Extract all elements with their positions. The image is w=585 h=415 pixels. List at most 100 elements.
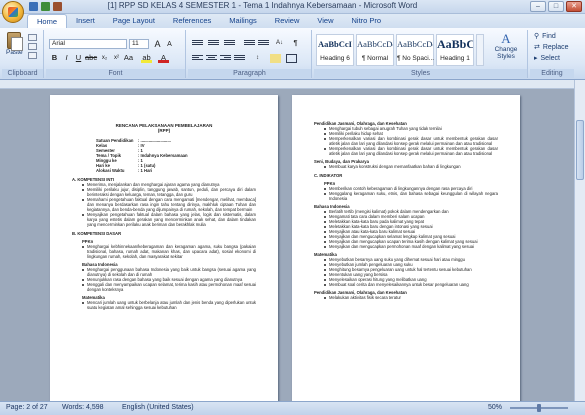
increase-indent-icon[interactable] [258, 39, 269, 48]
strikethrough-icon[interactable]: abc [85, 53, 97, 63]
align-center-icon[interactable] [206, 54, 217, 63]
tab-nitro-pro[interactable]: Nitro Pro [343, 14, 391, 28]
shrink-font-icon[interactable]: A [164, 40, 175, 50]
pjok-list: Menghargai tubuh sebagai anugrah Tuhan y… [314, 126, 498, 156]
window-controls: – □ ✕ [530, 1, 582, 12]
tab-home[interactable]: Home [27, 14, 68, 28]
shading-icon[interactable] [270, 54, 281, 63]
ppkn-list: Memberikan contoh keberagaman di lingkun… [314, 186, 498, 201]
binoculars-icon: ⚲ [534, 33, 540, 40]
highlight-icon[interactable]: ab [141, 53, 152, 63]
tab-mailings[interactable]: Mailings [220, 14, 266, 28]
multilevel-list-icon[interactable] [224, 39, 235, 48]
style-normal[interactable]: AaBbCcDc ¶ Normal [356, 34, 394, 66]
style-sample: AaBbCcDc [397, 39, 433, 49]
styles-group: AaBbCcI Heading 6 AaBbCcDc ¶ Normal AaBb… [314, 30, 528, 78]
align-right-icon[interactable] [220, 54, 231, 63]
list-item: Menggalang keragaman suku, etnis, dan ba… [324, 191, 498, 201]
list-item: Membuat soal cerita dan menyelesaikannya… [324, 282, 498, 287]
paste-icon [7, 32, 24, 51]
find-button[interactable]: ⚲ Find [534, 32, 556, 41]
zoom-slider-knob[interactable] [537, 404, 541, 412]
document-workspace[interactable]: RENCANA PELAKSANAAN PEMBELAJARAN (RPP) S… [0, 89, 574, 401]
list-item: Melakukan aktivitas fisik secara teratur [324, 295, 498, 300]
replace-label: Replace [542, 43, 569, 51]
bold-icon[interactable]: B [49, 53, 60, 63]
horizontal-ruler [0, 80, 585, 89]
window-title: [1] RPP SD KELAS 4 SEMESTER 1 - Tema 1 I… [107, 1, 418, 10]
vertical-scrollbar[interactable] [574, 80, 585, 401]
list-item: Menghargai penggunaan bahasa Indonesia y… [82, 267, 256, 277]
subscript-icon[interactable]: x₂ [99, 53, 110, 63]
list-item: Menghargai kebhinnekaan/keberagaman dan … [82, 244, 256, 259]
document-page-2[interactable]: Pendidikan Jasmani, Olahraga, dan Keseha… [292, 95, 520, 401]
italic-icon[interactable]: I [61, 53, 72, 63]
zoom-level[interactable]: 50% [488, 404, 502, 411]
list-item: Memahami pengetahuan faktual dengan cara… [82, 197, 256, 212]
numbering-icon[interactable] [208, 39, 219, 48]
font-color-icon[interactable]: A [158, 53, 169, 63]
replace-button[interactable]: ⇄ Replace [534, 43, 569, 52]
mat-list: Menyebutkan besarnya uang suku yang dihe… [314, 257, 498, 287]
style-no-spacing[interactable]: AaBbCcDc ¶ No Spaci... [396, 34, 434, 66]
change-styles-button[interactable]: A Change Styles [488, 32, 524, 61]
paragraph-label: Paragraph [188, 69, 311, 78]
select-button[interactable]: ▸ Select [534, 54, 560, 63]
minimize-button[interactable]: – [530, 1, 546, 12]
tab-page-layout[interactable]: Page Layout [104, 14, 164, 28]
change-case-icon[interactable]: Aa [123, 53, 134, 63]
line-spacing-icon[interactable]: ↕ [252, 53, 263, 63]
list-item: Memiliki perilaku jujur, disiplin, tangg… [82, 187, 256, 197]
list-item: Mencari jumlah uang untuk berbelanja ata… [82, 300, 256, 310]
office-button[interactable] [2, 1, 24, 23]
sort-icon[interactable]: A↓ [274, 38, 285, 48]
maximize-button[interactable]: □ [548, 1, 564, 12]
style-name: Heading 6 [320, 55, 350, 62]
office-logo-icon [8, 7, 18, 17]
close-button[interactable]: ✕ [566, 1, 582, 12]
copy-icon[interactable] [28, 43, 37, 50]
bullets-icon[interactable] [192, 39, 203, 48]
select-icon: ▸ [534, 55, 538, 62]
document-page-1[interactable]: RENCANA PELAKSANAAN PEMBELAJARAN (RPP) S… [50, 95, 278, 401]
tab-view[interactable]: View [308, 14, 342, 28]
bi-list: Menghargai penggunaan bahasa Indonesia y… [72, 267, 256, 292]
editing-label: Editing [530, 69, 574, 78]
show-marks-icon[interactable]: ¶ [290, 38, 301, 48]
word-count[interactable]: Words: 4,598 [62, 404, 104, 411]
section-heading: C. INDIKATOR [314, 173, 343, 178]
ribbon-tabs: Home Insert Page Layout References Maili… [0, 14, 585, 28]
grow-font-icon[interactable]: A [152, 39, 163, 49]
font-size-select[interactable]: 11 [129, 39, 149, 49]
paste-button[interactable]: Paste [6, 32, 24, 56]
tab-review[interactable]: Review [266, 14, 309, 28]
paragraph-group: A↓ ¶ ↕ Paragraph [188, 30, 312, 78]
tab-references[interactable]: References [164, 14, 220, 28]
style-sample: AaBbCcI [317, 39, 352, 49]
section-heading: B. KOMPETENSI DASAR [72, 231, 122, 236]
list-item: Menyajikan dan mengucapkan permohonan ma… [324, 244, 498, 249]
align-left-icon[interactable] [192, 54, 203, 63]
ppkn-list: Menghargai kebhinnekaan/keberagaman dan … [72, 244, 256, 259]
justify-icon[interactable] [234, 54, 245, 63]
font-name-select[interactable]: Arial [49, 39, 127, 49]
style-heading-1[interactable]: AaBbC Heading 1 [436, 34, 474, 66]
scroll-thumb[interactable] [576, 120, 584, 180]
superscript-icon[interactable]: x² [111, 53, 122, 63]
title-bar: [1] RPP SD KELAS 4 SEMESTER 1 - Tema 1 I… [0, 0, 585, 14]
style-heading-6[interactable]: AaBbCcI Heading 6 [316, 34, 354, 66]
borders-icon[interactable] [286, 54, 297, 63]
clipboard-label: Clipboard [2, 69, 43, 78]
ki-list: Menerima, menjalankan dan menghargai aja… [72, 182, 256, 227]
bi-list: Berlatih tertib (mengisi kalimat) pokok … [314, 209, 498, 249]
cut-icon[interactable] [28, 34, 37, 41]
list-item: Menyajikan pengetahuan faktual dalam bah… [82, 212, 256, 227]
decrease-indent-icon[interactable] [244, 39, 255, 48]
format-painter-icon[interactable] [28, 52, 37, 59]
language-indicator[interactable]: English (United States) [122, 404, 194, 411]
page-count[interactable]: Page: 2 of 27 [6, 404, 48, 411]
clipboard-group: Paste Clipboard [2, 30, 44, 78]
tab-insert[interactable]: Insert [67, 14, 104, 28]
underline-icon[interactable]: U [73, 53, 84, 63]
styles-scroll[interactable] [476, 34, 484, 66]
